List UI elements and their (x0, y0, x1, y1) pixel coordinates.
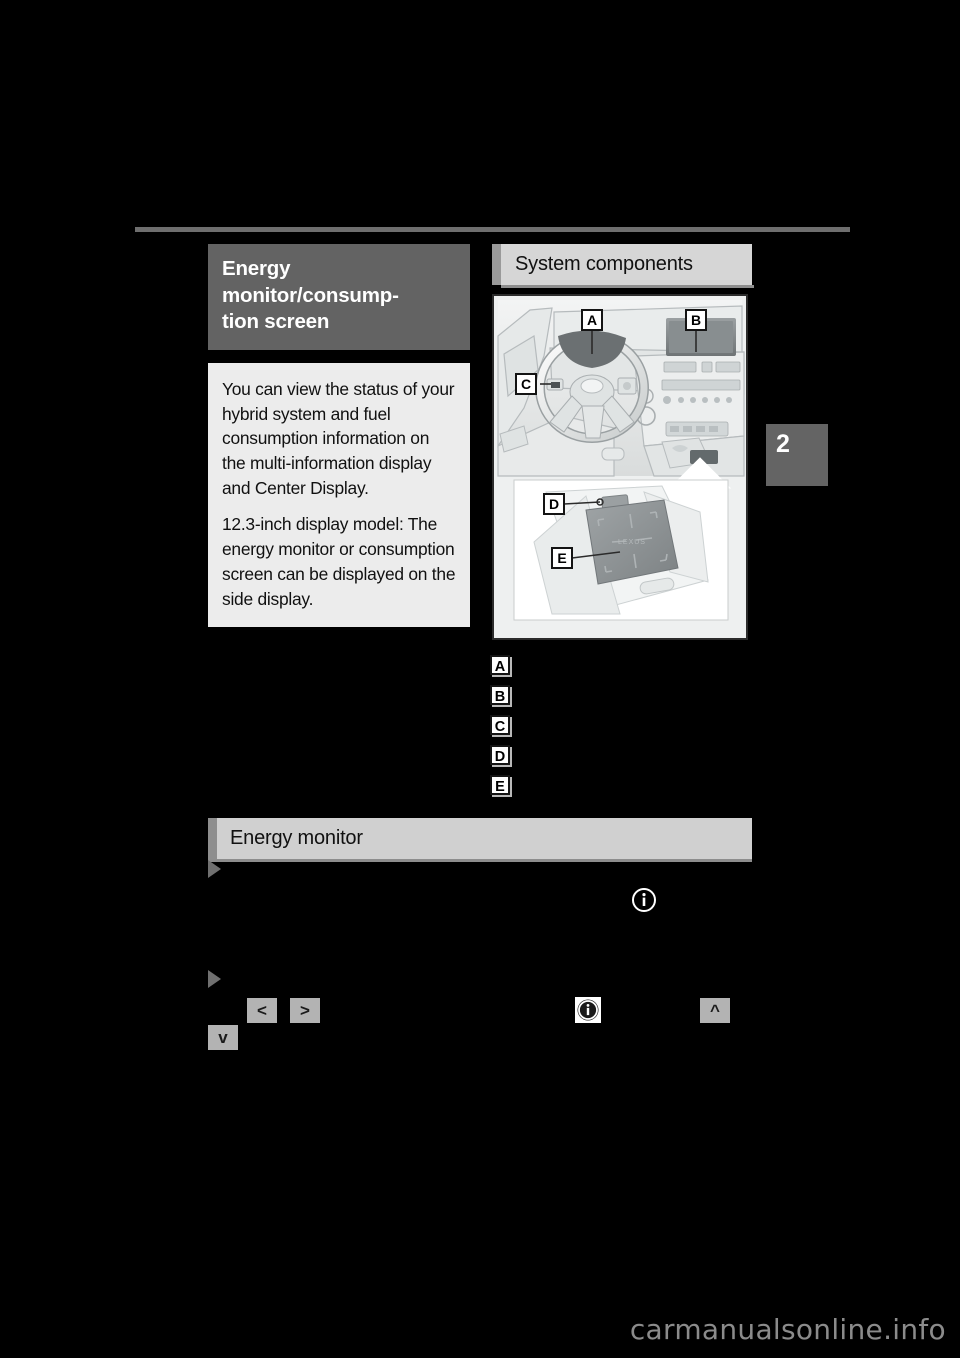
callout-list: A B C D E (490, 650, 750, 800)
info-icon[interactable] (631, 887, 657, 913)
dashboard-illustration-svg: A B C LEXUS D E (494, 296, 746, 638)
left-arrow-button[interactable]: < (247, 998, 277, 1023)
svg-text:E: E (557, 550, 566, 566)
chapter-tab: 2 (766, 424, 828, 486)
callout-item-d: D (490, 740, 750, 770)
system-components-heading: System components (492, 244, 754, 288)
intro-paragraph-2: 12.3-inch display model: The energy moni… (222, 514, 456, 609)
callout-item-b: B (490, 680, 750, 710)
right-column: System components A B C LEXUS D E (492, 244, 754, 640)
callout-badge-a: A (490, 655, 510, 675)
info-icon-inline[interactable] (575, 997, 601, 1023)
callout-item-a: A (490, 650, 750, 680)
page-title: Energy monitor/consump-tion screen (208, 244, 470, 350)
callout-badge-d: D (490, 745, 510, 765)
page-title-text: Energy monitor/consump-tion screen (222, 257, 399, 334)
svg-text:C: C (521, 376, 531, 392)
svg-text:B: B (691, 312, 701, 328)
callout-badge-b: B (490, 685, 510, 705)
energy-monitor-heading: Energy monitor (208, 818, 752, 862)
svg-text:LEXUS: LEXUS (618, 539, 646, 546)
intro-paragraph-1: You can view the status of your hybrid s… (222, 378, 455, 498)
up-arrow-button[interactable]: ^ (700, 998, 730, 1023)
svg-text:D: D (549, 496, 559, 512)
right-arrow-button[interactable]: > (290, 998, 320, 1023)
callout-item-e: E (490, 770, 750, 800)
svg-text:A: A (587, 312, 597, 328)
callout-badge-e: E (490, 775, 510, 795)
left-column: Energy monitor/consump-tion screen You c… (208, 244, 470, 628)
down-arrow-button[interactable]: v (208, 1025, 238, 1050)
bullet-triangle-1 (208, 860, 221, 878)
dashboard-illustration: A B C LEXUS D E (492, 294, 748, 640)
site-watermark: carmanualsonline.info (629, 1313, 946, 1346)
manual-page: 2 Energy monitor/consump-tion screen You… (0, 0, 960, 1358)
header-rule (135, 227, 850, 232)
callout-badge-c: C (490, 715, 510, 735)
callout-item-c: C (490, 710, 750, 740)
intro-text-box: You can view the status of your hybrid s… (208, 362, 470, 628)
bullet-triangle-2 (208, 970, 221, 988)
